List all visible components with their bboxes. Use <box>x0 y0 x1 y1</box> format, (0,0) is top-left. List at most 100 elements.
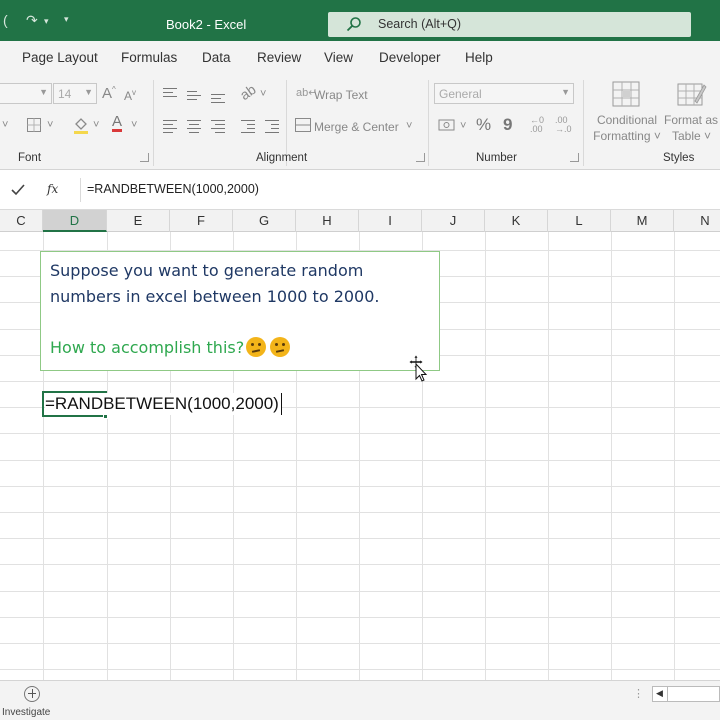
decrease-indent-icon[interactable] <box>241 117 255 136</box>
chevron-down-icon[interactable]: ˅ <box>2 119 8 131</box>
column-header-i[interactable]: I <box>359 210 422 232</box>
more-options-icon[interactable]: ⋮ <box>633 687 644 700</box>
conditional-formatting-line1: Conditional <box>596 113 658 127</box>
formula-bar: fx =RANDBETWEEN(1000,2000) <box>0 170 720 210</box>
tab-review[interactable]: Review <box>257 50 301 65</box>
shrink-font-icon[interactable]: Av <box>124 88 136 103</box>
tab-page-layout[interactable]: Page Layout <box>22 50 98 65</box>
tab-help[interactable]: Help <box>465 50 493 65</box>
row-gridline <box>0 433 720 434</box>
chevron-down-icon[interactable]: ˅ <box>460 120 466 132</box>
merge-center-button[interactable]: Merge & Center <box>314 120 399 134</box>
percent-style-button[interactable]: % <box>476 115 491 135</box>
tab-formulas[interactable]: Formulas <box>121 50 177 65</box>
row-gridline <box>0 538 720 539</box>
column-headers: C D E F G H I J K L M N <box>0 210 720 232</box>
font-size-dropdown[interactable]: 14 ▼ <box>53 83 97 104</box>
search-box[interactable]: Search (Alt+Q) <box>328 12 691 37</box>
row-gridline <box>0 486 720 487</box>
text-box[interactable]: Suppose you want to generate random numb… <box>40 251 440 371</box>
redo-icon[interactable]: ↷ <box>26 12 38 29</box>
column-header-g[interactable]: G <box>233 210 296 232</box>
grow-font-label: A <box>102 85 113 102</box>
add-sheet-icon[interactable] <box>24 686 40 702</box>
tab-data[interactable]: Data <box>202 50 231 65</box>
scroll-left-icon[interactable]: ◀ <box>656 688 663 699</box>
font-group-label: Font <box>18 152 42 164</box>
top-align-icon[interactable] <box>163 85 177 100</box>
increase-indent-icon[interactable] <box>265 117 279 136</box>
chevron-down-icon[interactable]: ˅ <box>93 119 99 131</box>
conditional-formatting-icon[interactable] <box>612 81 640 107</box>
format-as-table-icon[interactable] <box>677 81 707 107</box>
column-header-f[interactable]: F <box>170 210 233 232</box>
excel-window: ( ↷ ▾ ▾ Book2 - Excel Search (Alt+Q) Pag… <box>0 0 720 720</box>
row-gridline <box>0 617 720 618</box>
decrease-decimal-icon[interactable]: .00 →.0 <box>555 116 572 134</box>
chevron-down-icon[interactable]: ˅ <box>47 119 53 131</box>
middle-align-icon[interactable] <box>187 88 201 103</box>
comma-style-button[interactable]: 9 <box>503 115 512 135</box>
column-header-e[interactable]: E <box>107 210 170 232</box>
column-header-d[interactable]: D <box>43 210 107 232</box>
font-name-dropdown[interactable]: ▼ <box>0 83 52 104</box>
number-format-value: General <box>439 87 482 101</box>
chevron-down-icon: ▼ <box>39 87 48 97</box>
fx-icon[interactable]: fx <box>47 182 58 196</box>
chevron-down-icon[interactable]: ˅ <box>406 120 412 132</box>
align-center-icon[interactable] <box>187 117 201 136</box>
column-header-l[interactable]: L <box>548 210 611 232</box>
column-header-j[interactable]: J <box>422 210 485 232</box>
conditional-formatting-line2: Formatting ˅ <box>593 129 661 143</box>
row-gridline <box>0 564 720 565</box>
group-divider <box>428 80 429 166</box>
enter-check-icon[interactable] <box>11 184 25 196</box>
textbox-question: How to accomplish this? <box>50 335 291 361</box>
font-color-icon[interactable]: A <box>112 114 123 132</box>
grow-font-icon[interactable]: A^ <box>102 85 116 102</box>
move-cursor-icon <box>408 354 428 382</box>
horizontal-scrollbar[interactable]: ◀ <box>652 686 720 702</box>
column-header-n[interactable]: N <box>674 210 720 232</box>
document-title: Book2 - Excel <box>166 17 247 32</box>
align-left-icon[interactable] <box>163 117 177 136</box>
format-as-table-line1: Format as <box>664 113 719 127</box>
increase-decimal-icon[interactable]: ←0.00 <box>530 116 544 134</box>
cell-edit-text[interactable]: =RANDBETWEEN(1000,2000) <box>45 393 282 415</box>
formula-input[interactable]: =RANDBETWEEN(1000,2000) <box>80 178 720 202</box>
column-gridline <box>611 232 612 680</box>
undo-edge-icon[interactable]: ( <box>3 12 8 28</box>
chevron-down-icon[interactable]: ˅ <box>260 88 266 100</box>
title-bar: ( ↷ ▾ ▾ Book2 - Excel Search (Alt+Q) <box>0 0 720 41</box>
font-size-value: 14 <box>58 87 72 101</box>
redo-dropdown-icon[interactable]: ▾ <box>44 16 49 27</box>
number-dialog-launcher-icon[interactable] <box>570 153 579 162</box>
column-gridline <box>674 232 675 680</box>
merge-center-icon[interactable] <box>295 118 311 132</box>
search-icon <box>346 17 361 32</box>
group-divider <box>583 80 584 166</box>
chevron-down-icon[interactable]: ˅ <box>131 119 137 131</box>
row-gridline <box>0 591 720 592</box>
font-dialog-launcher-icon[interactable] <box>140 153 149 162</box>
format-as-table-button[interactable]: Format as Table ˅ <box>664 112 720 144</box>
align-right-icon[interactable] <box>211 117 225 136</box>
number-format-dropdown[interactable]: General ▼ <box>434 83 574 104</box>
conditional-formatting-button[interactable]: Conditional Formatting ˅ <box>592 112 662 144</box>
textbox-description: Suppose you want to generate random numb… <box>50 258 380 310</box>
borders-icon[interactable] <box>26 117 42 133</box>
tab-developer[interactable]: Developer <box>379 50 441 65</box>
bottom-align-icon[interactable] <box>211 91 225 106</box>
wrap-text-button[interactable]: Wrap Text <box>314 88 368 102</box>
ribbon-tabs: Page Layout Formulas Data Review View De… <box>0 41 720 74</box>
column-header-k[interactable]: K <box>485 210 548 232</box>
column-header-h[interactable]: H <box>296 210 359 232</box>
status-bar: Investigate <box>0 707 720 720</box>
alignment-dialog-launcher-icon[interactable] <box>416 153 425 162</box>
column-header-c[interactable]: C <box>0 210 43 232</box>
accounting-format-icon[interactable] <box>438 117 456 133</box>
fill-color-icon[interactable] <box>72 116 90 134</box>
customize-qat-icon[interactable]: ▾ <box>64 14 69 25</box>
tab-view[interactable]: View <box>324 50 353 65</box>
column-header-m[interactable]: M <box>611 210 674 232</box>
